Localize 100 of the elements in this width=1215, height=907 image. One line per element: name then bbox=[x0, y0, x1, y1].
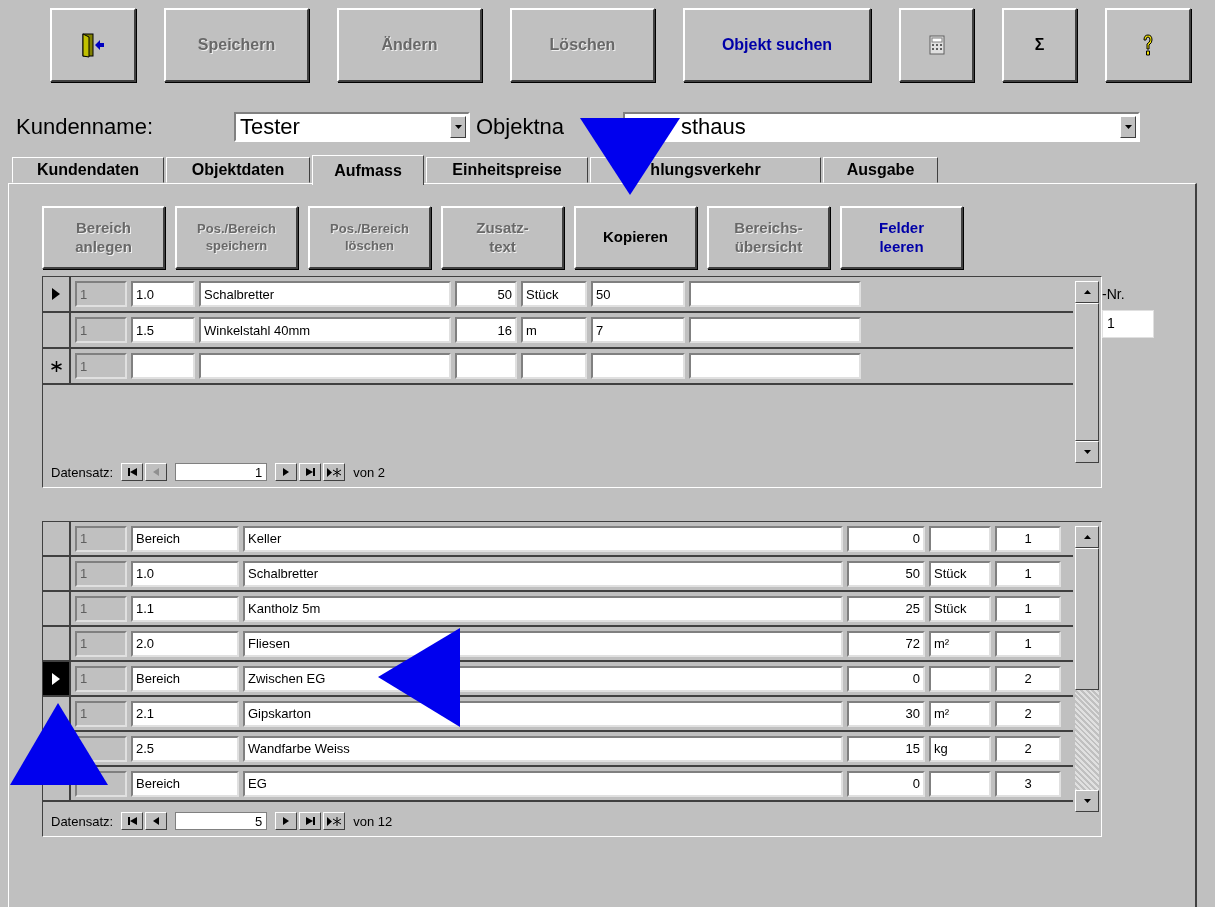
table-cell: 0 bbox=[847, 770, 925, 797]
last-record-icon bbox=[305, 817, 315, 825]
first-record-icon bbox=[127, 468, 137, 476]
table-cell: 1 bbox=[995, 595, 1061, 622]
table-cell: 1 bbox=[75, 560, 127, 587]
table-cell: 25 bbox=[847, 595, 925, 622]
table-cell bbox=[929, 770, 991, 797]
table-cell: 1 bbox=[995, 560, 1061, 587]
tab[interactable]: Aufmass bbox=[312, 155, 424, 185]
next-record-icon bbox=[283, 468, 290, 476]
table-cell: 1.0 bbox=[131, 281, 195, 307]
next-record-button[interactable] bbox=[275, 812, 298, 830]
table-cell: 1 bbox=[75, 353, 127, 379]
table-cell: 15 bbox=[847, 735, 925, 762]
record-number-field[interactable]: 5 bbox=[175, 812, 268, 830]
toolbar-button[interactable]: Objekt suchen bbox=[683, 8, 871, 82]
table-cell: 2.0 bbox=[131, 630, 239, 657]
table-cell: Schalbretter bbox=[243, 560, 843, 587]
table-cell: Fliesen bbox=[243, 630, 843, 657]
customer-combo-box[interactable]: Tester bbox=[234, 112, 470, 142]
table-cell: 2.5 bbox=[131, 735, 239, 762]
table-cell: 1 bbox=[75, 665, 127, 692]
table-cell: Stück bbox=[929, 560, 991, 587]
table-cell: 1 bbox=[75, 630, 127, 657]
table-cell: 30 bbox=[847, 700, 925, 727]
tab[interactable]: Kundendaten bbox=[12, 157, 164, 183]
table-cell: 1 bbox=[75, 281, 127, 307]
table-cell: Schalbretter bbox=[199, 281, 451, 307]
table-cell: 50 bbox=[847, 560, 925, 587]
dropdown-arrow-icon bbox=[1124, 125, 1132, 129]
help-button[interactable] bbox=[1105, 8, 1191, 82]
record-count: von 2 bbox=[353, 464, 385, 480]
table-cell: 2.1 bbox=[131, 700, 239, 727]
table-cell: 1 bbox=[995, 525, 1061, 552]
number-field[interactable]: 1 bbox=[1102, 310, 1154, 338]
last-record-button[interactable] bbox=[299, 812, 322, 830]
table-cell: Bereich bbox=[131, 665, 239, 692]
table-cell: Gipskarton bbox=[243, 700, 843, 727]
table-cell: Stück bbox=[929, 595, 991, 622]
door-icon bbox=[81, 32, 105, 58]
scroll-down-icon[interactable] bbox=[1083, 799, 1091, 803]
table-cell bbox=[929, 665, 991, 692]
asterisk-icon bbox=[50, 360, 62, 372]
first-record-button[interactable] bbox=[121, 463, 144, 481]
first-record-button[interactable] bbox=[121, 812, 144, 830]
table-cell: 72 bbox=[847, 630, 925, 657]
tab[interactable]: Objektdaten bbox=[166, 157, 310, 183]
previous-record-icon bbox=[153, 817, 160, 825]
table-cell: 1 bbox=[995, 630, 1061, 657]
table-cell: kg bbox=[929, 735, 991, 762]
table-cell: 1.0 bbox=[131, 560, 239, 587]
table-cell: m² bbox=[929, 700, 991, 727]
action-button[interactable]: Kopieren bbox=[574, 206, 697, 269]
last-record-icon bbox=[305, 468, 315, 476]
object-combo-box[interactable]: sthaus bbox=[623, 112, 1140, 142]
record-count: von 12 bbox=[353, 813, 393, 829]
table-cell bbox=[521, 353, 587, 379]
table-cell bbox=[455, 353, 517, 379]
new-record-icon bbox=[327, 467, 342, 477]
previous-record-icon bbox=[153, 468, 160, 476]
exit-button[interactable] bbox=[50, 8, 136, 82]
table-cell: 1.5 bbox=[131, 317, 195, 343]
table-cell: 3 bbox=[995, 770, 1061, 797]
scroll-up-icon[interactable] bbox=[1083, 290, 1091, 294]
record-selector[interactable] bbox=[43, 662, 71, 695]
dropdown-arrow-icon bbox=[454, 125, 462, 129]
previous-record-button[interactable] bbox=[145, 812, 168, 830]
new-record-button[interactable] bbox=[323, 463, 346, 481]
number-label: -Nr. bbox=[1102, 286, 1126, 304]
record-pointer-icon bbox=[52, 288, 60, 300]
tab[interactable]: Einheitspreise bbox=[426, 157, 588, 183]
table-cell: Stück bbox=[521, 281, 587, 307]
calculator-icon bbox=[928, 35, 945, 55]
table-cell: 0 bbox=[847, 665, 925, 692]
question-mark-icon bbox=[1141, 33, 1155, 57]
calculator-button[interactable] bbox=[899, 8, 974, 82]
table-cell: Wandfarbe Weiss bbox=[243, 735, 843, 762]
table-cell: Winkelstahl 40mm bbox=[199, 317, 451, 343]
toolbar-button[interactable]: Σ bbox=[1002, 8, 1077, 82]
tab[interactable]: Ausgabe bbox=[823, 157, 938, 183]
customer-label: Kundenname: bbox=[16, 114, 154, 140]
table-cell: Keller bbox=[243, 525, 843, 552]
last-record-button[interactable] bbox=[299, 463, 322, 481]
table-cell: 1 bbox=[75, 317, 127, 343]
table-cell: 2 bbox=[995, 735, 1061, 762]
table-cell: 2 bbox=[995, 665, 1061, 692]
record-number-field[interactable]: 1 bbox=[175, 463, 268, 481]
table-cell: m bbox=[521, 317, 587, 343]
new-record-button[interactable] bbox=[323, 812, 346, 830]
table-cell: Bereich bbox=[131, 770, 239, 797]
next-record-button[interactable] bbox=[275, 463, 298, 481]
scroll-up-icon[interactable] bbox=[1083, 535, 1091, 539]
table-cell: 0 bbox=[847, 525, 925, 552]
table-cell: EG bbox=[243, 770, 843, 797]
table-cell: 1 bbox=[75, 595, 127, 622]
table-cell: 7 bbox=[591, 317, 685, 343]
table-cell: Kantholz 5m bbox=[243, 595, 843, 622]
record-pointer-icon bbox=[52, 672, 60, 685]
scroll-down-icon[interactable] bbox=[1083, 450, 1091, 454]
action-button[interactable]: Felder leeren bbox=[840, 206, 963, 269]
